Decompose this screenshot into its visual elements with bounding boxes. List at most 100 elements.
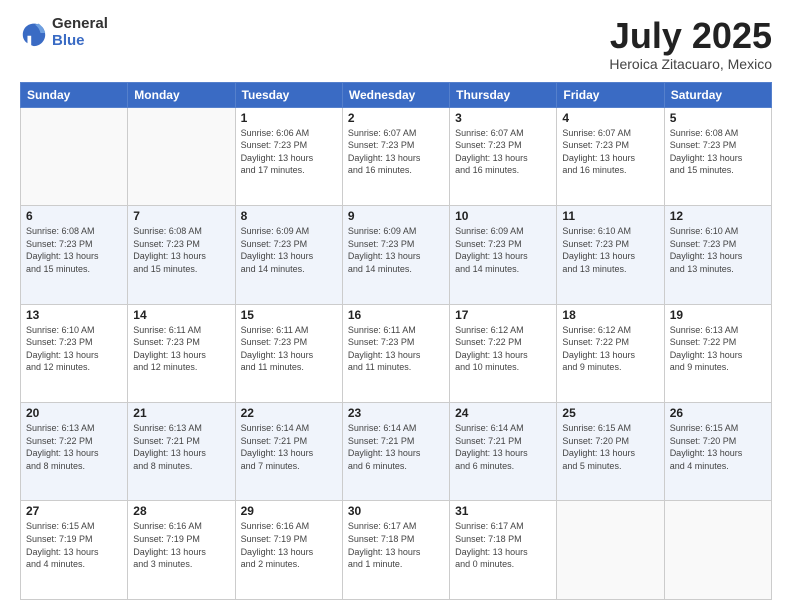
day-info: Sunrise: 6:07 AM Sunset: 7:23 PM Dayligh… (455, 127, 551, 177)
day-cell: 15 Sunrise: 6:11 AM Sunset: 7:23 PM Dayli… (235, 304, 342, 402)
day-number: 24 (455, 406, 551, 420)
day-info: Sunrise: 6:10 AM Sunset: 7:23 PM Dayligh… (26, 324, 122, 374)
day-info: Sunrise: 6:16 AM Sunset: 7:19 PM Dayligh… (241, 520, 337, 570)
day-cell: 7Sunrise: 6:08 AM Sunset: 7:23 PM Daylig… (128, 206, 235, 304)
day-number: 10 (455, 209, 551, 223)
day-info: Sunrise: 6:13 AM Sunset: 7:21 PM Dayligh… (133, 422, 229, 472)
day-info: Sunrise: 6:14 AM Sunset: 7:21 PM Dayligh… (348, 422, 444, 472)
day-cell: 25Sunrise: 6:15 AM Sunset: 7:20 PM Dayli… (557, 403, 664, 501)
day-number: 21 (133, 406, 229, 420)
week-row-4: 20Sunrise: 6:13 AM Sunset: 7:22 PM Dayli… (21, 403, 772, 501)
day-info: Sunrise: 6:17 AM Sunset: 7:18 PM Dayligh… (455, 520, 551, 570)
day-cell: 3 Sunrise: 6:07 AM Sunset: 7:23 PM Daylig… (450, 107, 557, 205)
day-number: 16 (348, 308, 444, 322)
day-info: Sunrise: 6:14 AM Sunset: 7:21 PM Dayligh… (455, 422, 551, 472)
day-info: Sunrise: 6:08 AM Sunset: 7:23 PM Dayligh… (26, 225, 122, 275)
day-info: Sunrise: 6:12 AM Sunset: 7:22 PM Dayligh… (455, 324, 551, 374)
col-header-tuesday: Tuesday (235, 82, 342, 107)
day-info: Sunrise: 6:08 AM Sunset: 7:23 PM Dayligh… (133, 225, 229, 275)
day-info: Sunrise: 6:09 AM Sunset: 7:23 PM Dayligh… (455, 225, 551, 275)
day-number: 15 (241, 308, 337, 322)
day-info: Sunrise: 6:07 AM Sunset: 7:23 PM Dayligh… (348, 127, 444, 177)
day-number: 3 (455, 111, 551, 125)
day-cell: 18 Sunrise: 6:12 AM Sunset: 7:22 PM Dayli… (557, 304, 664, 402)
day-number: 31 (455, 504, 551, 518)
day-number: 19 (670, 308, 766, 322)
logo-icon (20, 19, 48, 47)
week-row-3: 13Sunrise: 6:10 AM Sunset: 7:23 PM Dayli… (21, 304, 772, 402)
header-row: SundayMondayTuesdayWednesdayThursdayFrid… (21, 82, 772, 107)
day-cell: 16Sunrise: 6:11 AM Sunset: 7:23 PM Dayli… (342, 304, 449, 402)
page: General Blue July 2025 Heroica Zitacuaro… (0, 0, 792, 612)
week-row-5: 27Sunrise: 6:15 AM Sunset: 7:19 PM Dayli… (21, 501, 772, 600)
day-number: 26 (670, 406, 766, 420)
day-info: Sunrise: 6:15 AM Sunset: 7:20 PM Dayligh… (670, 422, 766, 472)
title-block: July 2025 Heroica Zitacuaro, Mexico (609, 16, 772, 72)
day-cell: 10 Sunrise: 6:09 AM Sunset: 7:23 PM Dayli… (450, 206, 557, 304)
main-title: July 2025 (609, 16, 772, 56)
day-cell (664, 501, 771, 600)
day-cell: 21 Sunrise: 6:13 AM Sunset: 7:21 PM Dayli… (128, 403, 235, 501)
day-number: 1 (241, 111, 337, 125)
day-info: Sunrise: 6:09 AM Sunset: 7:23 PM Dayligh… (241, 225, 337, 275)
day-number: 27 (26, 504, 122, 518)
day-cell (21, 107, 128, 205)
logo-general: General (52, 16, 108, 33)
day-cell: 8 Sunrise: 6:09 AM Sunset: 7:23 PM Daylig… (235, 206, 342, 304)
day-info: Sunrise: 6:15 AM Sunset: 7:20 PM Dayligh… (562, 422, 658, 472)
day-number: 28 (133, 504, 229, 518)
col-header-sunday: Sunday (21, 82, 128, 107)
day-number: 8 (241, 209, 337, 223)
day-number: 20 (26, 406, 122, 420)
subtitle: Heroica Zitacuaro, Mexico (609, 56, 772, 72)
header: General Blue July 2025 Heroica Zitacuaro… (20, 16, 772, 72)
day-number: 30 (348, 504, 444, 518)
day-cell: 19 Sunrise: 6:13 AM Sunset: 7:22 PM Dayli… (664, 304, 771, 402)
day-number: 11 (562, 209, 658, 223)
logo-blue: Blue (52, 33, 108, 50)
day-cell: 28 Sunrise: 6:16 AM Sunset: 7:19 PM Dayli… (128, 501, 235, 600)
day-cell: 22Sunrise: 6:14 AM Sunset: 7:21 PM Dayli… (235, 403, 342, 501)
day-info: Sunrise: 6:13 AM Sunset: 7:22 PM Dayligh… (670, 324, 766, 374)
logo-text: General Blue (52, 16, 108, 49)
logo: General Blue (20, 16, 108, 49)
day-cell: 9 Sunrise: 6:09 AM Sunset: 7:23 PM Daylig… (342, 206, 449, 304)
col-header-friday: Friday (557, 82, 664, 107)
day-cell: 13Sunrise: 6:10 AM Sunset: 7:23 PM Dayli… (21, 304, 128, 402)
day-number: 6 (26, 209, 122, 223)
day-info: Sunrise: 6:11 AM Sunset: 7:23 PM Dayligh… (241, 324, 337, 374)
day-number: 17 (455, 308, 551, 322)
day-cell: 31 Sunrise: 6:17 AM Sunset: 7:18 PM Dayli… (450, 501, 557, 600)
day-number: 23 (348, 406, 444, 420)
day-cell: 2 Sunrise: 6:07 AM Sunset: 7:23 PM Daylig… (342, 107, 449, 205)
day-number: 29 (241, 504, 337, 518)
day-cell: 17 Sunrise: 6:12 AM Sunset: 7:22 PM Dayli… (450, 304, 557, 402)
day-cell: 14Sunrise: 6:11 AM Sunset: 7:23 PM Dayli… (128, 304, 235, 402)
day-number: 9 (348, 209, 444, 223)
week-row-1: 1 Sunrise: 6:06 AM Sunset: 7:23 PM Daylig… (21, 107, 772, 205)
day-number: 2 (348, 111, 444, 125)
day-info: Sunrise: 6:17 AM Sunset: 7:18 PM Dayligh… (348, 520, 444, 570)
day-number: 18 (562, 308, 658, 322)
day-cell: 1 Sunrise: 6:06 AM Sunset: 7:23 PM Daylig… (235, 107, 342, 205)
day-info: Sunrise: 6:10 AM Sunset: 7:23 PM Dayligh… (670, 225, 766, 275)
day-number: 4 (562, 111, 658, 125)
day-info: Sunrise: 6:08 AM Sunset: 7:23 PM Dayligh… (670, 127, 766, 177)
day-number: 14 (133, 308, 229, 322)
col-header-wednesday: Wednesday (342, 82, 449, 107)
day-cell: 30 Sunrise: 6:17 AM Sunset: 7:18 PM Dayli… (342, 501, 449, 600)
day-cell (128, 107, 235, 205)
day-info: Sunrise: 6:06 AM Sunset: 7:23 PM Dayligh… (241, 127, 337, 177)
calendar: SundayMondayTuesdayWednesdayThursdayFrid… (20, 82, 772, 600)
day-info: Sunrise: 6:09 AM Sunset: 7:23 PM Dayligh… (348, 225, 444, 275)
day-cell: 20Sunrise: 6:13 AM Sunset: 7:22 PM Dayli… (21, 403, 128, 501)
day-cell: 4 Sunrise: 6:07 AM Sunset: 7:23 PM Daylig… (557, 107, 664, 205)
col-header-saturday: Saturday (664, 82, 771, 107)
day-info: Sunrise: 6:10 AM Sunset: 7:23 PM Dayligh… (562, 225, 658, 275)
day-info: Sunrise: 6:12 AM Sunset: 7:22 PM Dayligh… (562, 324, 658, 374)
day-info: Sunrise: 6:07 AM Sunset: 7:23 PM Dayligh… (562, 127, 658, 177)
day-cell: 12Sunrise: 6:10 AM Sunset: 7:23 PM Dayli… (664, 206, 771, 304)
day-cell: 23 Sunrise: 6:14 AM Sunset: 7:21 PM Dayli… (342, 403, 449, 501)
day-info: Sunrise: 6:16 AM Sunset: 7:19 PM Dayligh… (133, 520, 229, 570)
day-cell: 27Sunrise: 6:15 AM Sunset: 7:19 PM Dayli… (21, 501, 128, 600)
